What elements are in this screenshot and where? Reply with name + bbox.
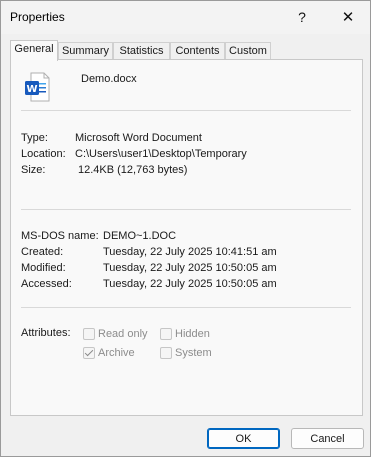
word-icon-letter: W <box>26 84 37 95</box>
archive-checkbox[interactable]: Archive <box>83 347 135 359</box>
tab-strip: General Summary Statistics Contents Cust… <box>10 40 365 61</box>
ok-button[interactable]: OK <box>207 428 280 449</box>
attributes-label: Attributes: <box>21 327 71 339</box>
close-button[interactable]: ✕ <box>333 5 363 29</box>
size-label: Size: <box>21 164 46 176</box>
tab-summary[interactable]: Summary <box>58 42 113 60</box>
location-label: Location: <box>21 148 66 160</box>
checkbox-box[interactable] <box>160 347 172 359</box>
window-title: Properties <box>10 10 65 24</box>
properties-dialog: Properties ? ✕ General Summary Statistic… <box>0 0 371 457</box>
read-only-label: Read only <box>98 328 148 340</box>
checkbox-box-checked[interactable] <box>83 347 95 359</box>
system-checkbox[interactable]: System <box>160 347 212 359</box>
location-value: C:\Users\user1\Desktop\Temporary <box>75 148 247 160</box>
separator <box>21 110 351 111</box>
archive-label: Archive <box>98 347 135 359</box>
created-label: Created: <box>21 246 64 258</box>
hidden-label: Hidden <box>175 328 210 340</box>
size-value: 12.4KB (12,763 bytes) <box>78 164 188 176</box>
read-only-checkbox[interactable]: Read only <box>83 328 148 340</box>
created-value: Tuesday, 22 July 2025 10:41:51 am <box>103 246 277 258</box>
checkbox-box[interactable] <box>160 328 172 340</box>
tab-custom[interactable]: Custom <box>225 42 271 60</box>
help-button[interactable]: ? <box>287 5 317 29</box>
tab-contents[interactable]: Contents <box>170 42 225 60</box>
separator <box>21 307 351 308</box>
title-bar: Properties ? ✕ <box>1 1 370 34</box>
type-value: Microsoft Word Document <box>75 132 202 144</box>
modified-label: Modified: <box>21 262 66 274</box>
word-document-icon: W <box>25 72 50 102</box>
cancel-button[interactable]: Cancel <box>291 428 364 449</box>
type-label: Type: <box>21 132 48 144</box>
file-name: Demo.docx <box>81 73 137 85</box>
accessed-value: Tuesday, 22 July 2025 10:50:05 am <box>103 278 277 290</box>
hidden-checkbox[interactable]: Hidden <box>160 328 210 340</box>
checkbox-box[interactable] <box>83 328 95 340</box>
modified-value: Tuesday, 22 July 2025 10:50:05 am <box>103 262 277 274</box>
system-label: System <box>175 347 212 359</box>
accessed-label: Accessed: <box>21 278 72 290</box>
tab-general[interactable]: General <box>10 40 58 61</box>
separator <box>21 209 351 210</box>
msdos-name-label: MS-DOS name: <box>21 230 99 242</box>
tab-statistics[interactable]: Statistics <box>113 42 170 60</box>
general-panel: W Demo.docx Type: Microsoft Word Documen… <box>10 59 363 416</box>
msdos-name-value: DEMO~1.DOC <box>103 230 177 242</box>
